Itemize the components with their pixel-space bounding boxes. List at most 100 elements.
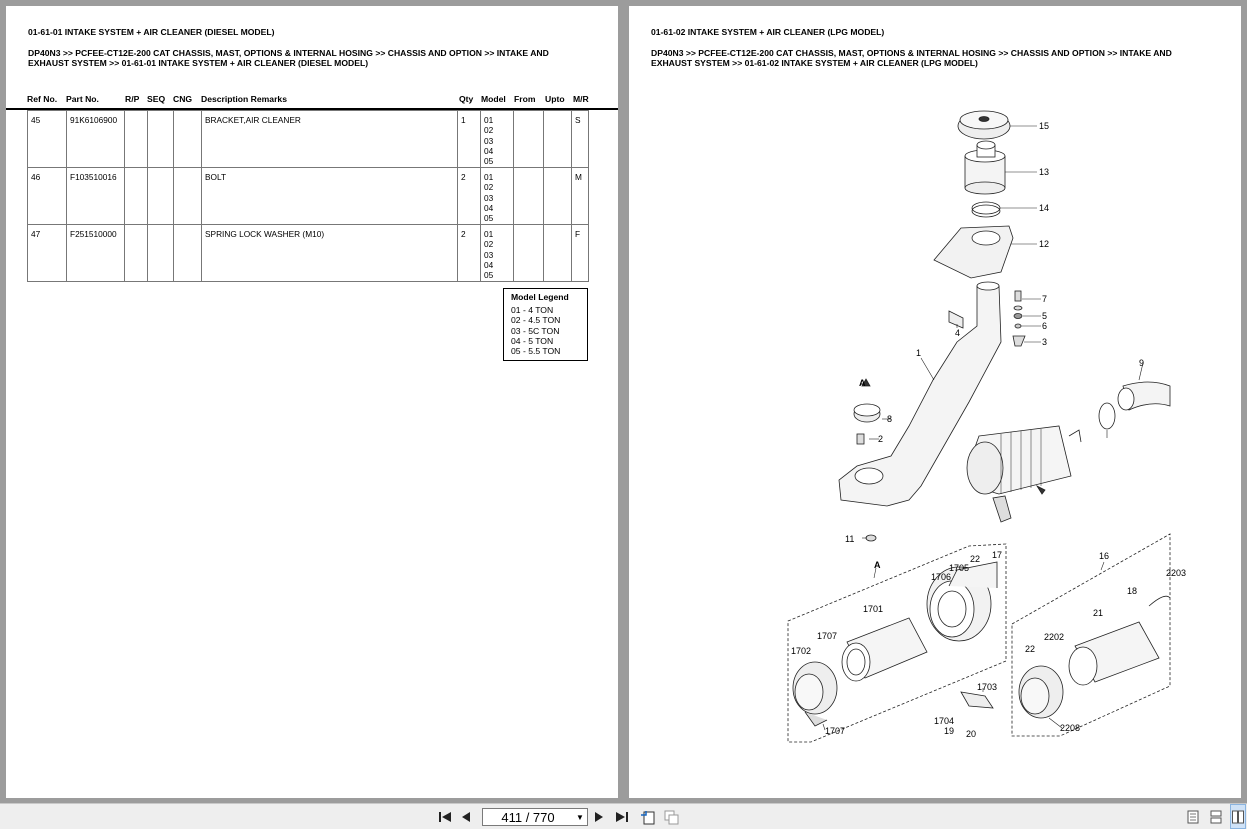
left-breadcrumb: DP40N3 >> PCFEE-CT12E-200 CAT CHASSIS, M… bbox=[28, 48, 549, 68]
page-number-input[interactable]: 411 / 770 ▼ bbox=[482, 808, 588, 826]
legend-item: 05 - 5.5 TON bbox=[511, 346, 561, 357]
air-cleaner-cap-part bbox=[957, 110, 1011, 140]
description-cell: BOLT bbox=[201, 167, 458, 225]
callout-label: 16 bbox=[1099, 551, 1109, 561]
last-page-icon bbox=[616, 811, 628, 822]
page-copy-button[interactable] bbox=[662, 804, 680, 829]
callout-label: 13 bbox=[1039, 167, 1049, 177]
legend-item: 02 - 4.5 TON bbox=[511, 315, 561, 326]
table-row[interactable]: 45 91K6106900 BRACKET,AIR CLEANER 1 01 02… bbox=[27, 110, 589, 168]
model-cell: 01 02 03 04 05 bbox=[480, 167, 514, 225]
facing-view-icon bbox=[1232, 810, 1244, 823]
table-row[interactable]: 46 F103510016 BOLT 2 01 02 03 04 05 M bbox=[27, 167, 589, 225]
col-description: Description Remarks bbox=[201, 94, 287, 104]
callout-label: 14 bbox=[1039, 203, 1049, 213]
callout-label: 1 bbox=[916, 348, 921, 358]
model-cell: 01 02 03 04 05 bbox=[480, 224, 514, 282]
element-housing-part bbox=[964, 140, 1006, 195]
description-cell: BRACKET,AIR CLEANER bbox=[201, 110, 458, 168]
first-page-button[interactable] bbox=[437, 804, 453, 829]
callout-label: 2208 bbox=[1060, 723, 1080, 733]
page-indicator: 411 / 770 bbox=[501, 809, 555, 825]
mr-cell: M bbox=[571, 167, 589, 225]
table-row[interactable]: 47 F251510000 SPRING LOCK WASHER (M10) 2… bbox=[27, 224, 589, 282]
callout-label: 1702 bbox=[791, 646, 811, 656]
callout-label: 15 bbox=[1039, 121, 1049, 131]
next-page-icon bbox=[595, 811, 603, 822]
callout-label: 1704 bbox=[934, 716, 954, 726]
mr-cell: F bbox=[571, 224, 589, 282]
callout-label: 11 bbox=[845, 534, 854, 544]
part-no-cell: 91K6106900 bbox=[66, 110, 125, 168]
callout-label: 22 bbox=[1025, 644, 1035, 654]
callout-label: 1705 bbox=[949, 563, 969, 573]
legend-item: 03 - 5C TON bbox=[511, 325, 560, 336]
col-seq: SEQ bbox=[147, 94, 166, 104]
callout-label: 5 bbox=[1042, 311, 1047, 321]
part-no-cell: F251510000 bbox=[66, 224, 125, 282]
right-page: 01-61-02 INTAKE SYSTEM + AIR CLEANER (LP… bbox=[629, 6, 1241, 798]
first-page-icon bbox=[439, 811, 451, 822]
callout-label: 2202 bbox=[1044, 632, 1064, 642]
col-mr: M/R bbox=[573, 94, 589, 104]
col-model: Model bbox=[481, 94, 506, 104]
rp-cell bbox=[124, 110, 148, 168]
single-page-view-button[interactable] bbox=[1185, 804, 1201, 829]
continuous-view-button[interactable] bbox=[1208, 804, 1224, 829]
rp-cell bbox=[124, 224, 148, 282]
col-ref-no: Ref No. bbox=[27, 94, 58, 104]
col-upto: Upto bbox=[545, 94, 565, 104]
prev-page-button[interactable] bbox=[459, 804, 473, 829]
parts-table: 45 91K6106900 BRACKET,AIR CLEANER 1 01 02… bbox=[27, 110, 589, 282]
from-cell bbox=[513, 167, 544, 225]
page-up-button[interactable] bbox=[639, 804, 657, 829]
upto-cell bbox=[543, 224, 572, 282]
col-cng: CNG bbox=[173, 94, 193, 104]
cng-cell bbox=[173, 224, 202, 282]
ref-no-cell: 45 bbox=[27, 110, 67, 168]
page-up-icon bbox=[641, 810, 655, 824]
model-cell: 01 02 03 04 05 bbox=[480, 110, 514, 168]
col-rp: R/P bbox=[125, 94, 140, 104]
rp-cell bbox=[124, 167, 148, 225]
viewer-toolbar: 411 / 770 ▼ bbox=[0, 803, 1247, 829]
single-page-view-icon bbox=[1187, 810, 1199, 823]
continuous-view-icon bbox=[1210, 810, 1222, 823]
callout-label: A bbox=[859, 378, 866, 388]
callout-label: 19 bbox=[944, 726, 954, 736]
legend-item: 01 - 4 TON bbox=[511, 305, 554, 316]
ref-no-cell: 47 bbox=[27, 224, 67, 282]
left-page-title: 01-61-01 INTAKE SYSTEM + AIR CLEANER (DI… bbox=[28, 27, 275, 37]
seq-cell bbox=[147, 224, 174, 282]
legend-item: 04 - 5 TON bbox=[511, 335, 554, 346]
upto-cell bbox=[543, 110, 572, 168]
callout-label: 22 bbox=[970, 554, 980, 564]
prev-page-icon bbox=[462, 811, 470, 822]
callout-label: 7 bbox=[1042, 294, 1047, 304]
callout-label: 21 bbox=[1093, 608, 1103, 618]
facing-view-button[interactable] bbox=[1230, 804, 1246, 829]
callout-label: 6 bbox=[1042, 321, 1047, 331]
last-page-button[interactable] bbox=[614, 804, 630, 829]
callout-label: 2203 bbox=[1166, 568, 1186, 578]
callout-label: 8 bbox=[887, 414, 892, 424]
callout-label: 9 bbox=[1139, 358, 1144, 368]
upto-cell bbox=[543, 167, 572, 225]
callout-label: 3 bbox=[1042, 337, 1047, 347]
page-copy-icon bbox=[664, 810, 679, 824]
callout-label: 20 bbox=[966, 729, 976, 739]
description-cell: SPRING LOCK WASHER (M10) bbox=[201, 224, 458, 282]
legend-title: Model Legend bbox=[511, 292, 569, 302]
from-cell bbox=[513, 224, 544, 282]
mr-cell: S bbox=[571, 110, 589, 168]
next-page-button[interactable] bbox=[592, 804, 606, 829]
col-qty: Qty bbox=[459, 94, 474, 104]
col-from: From bbox=[514, 94, 536, 104]
qty-cell: 1 bbox=[457, 110, 481, 168]
chevron-down-icon[interactable]: ▼ bbox=[573, 813, 587, 822]
callout-label: 1706 bbox=[931, 572, 951, 582]
col-part-no: Part No. bbox=[66, 94, 99, 104]
hose-part bbox=[1098, 381, 1171, 430]
seq-cell bbox=[147, 110, 174, 168]
callout-label: 18 bbox=[1127, 586, 1137, 596]
